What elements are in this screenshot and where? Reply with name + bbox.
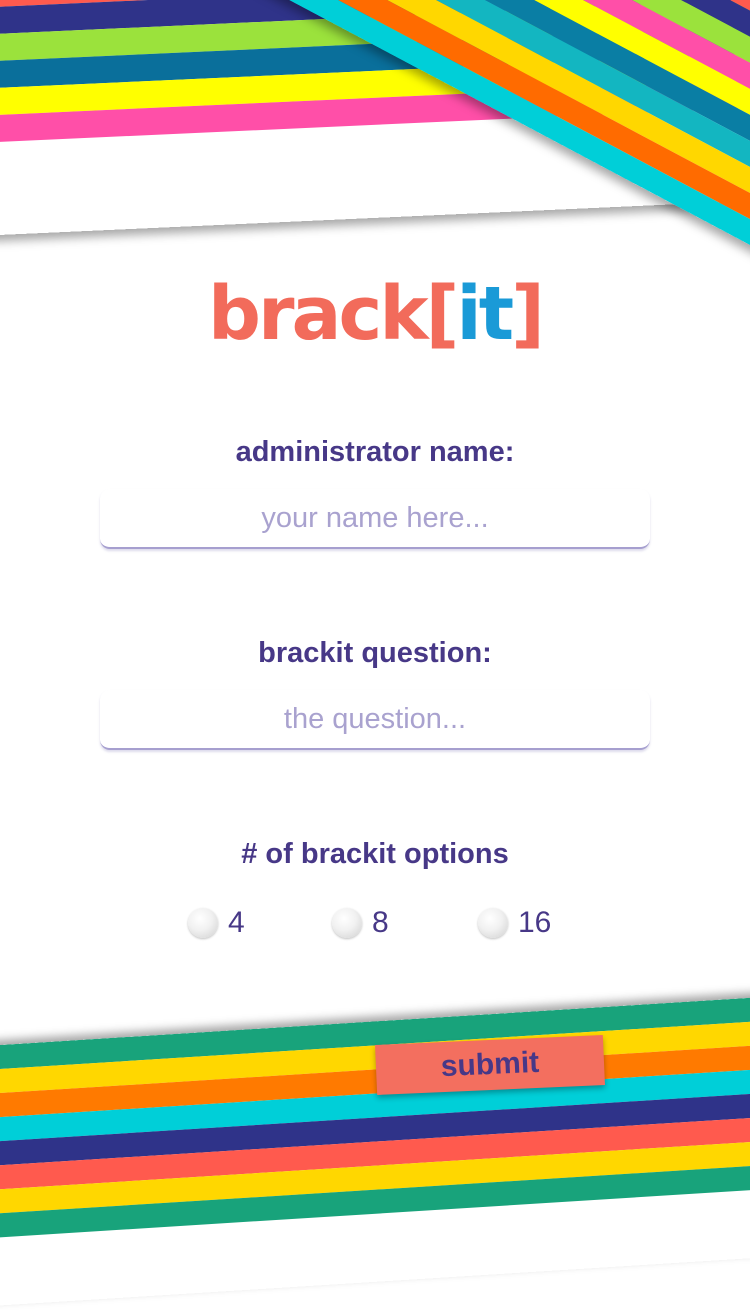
radio-option-8[interactable]: 8 bbox=[332, 900, 389, 946]
logo-highlight: it bbox=[456, 271, 514, 357]
bottom-stripe-band bbox=[0, 990, 750, 1309]
brackit-logo: brack[it] bbox=[0, 272, 750, 356]
radio-option-4[interactable]: 4 bbox=[188, 900, 245, 946]
question-input[interactable] bbox=[100, 690, 650, 750]
submit-button[interactable]: submit bbox=[375, 1035, 605, 1095]
admin-name-input[interactable] bbox=[100, 489, 650, 549]
radio-button[interactable] bbox=[188, 908, 218, 938]
question-label: brackit question: bbox=[258, 637, 492, 669]
logo-open-bracket: [ bbox=[425, 271, 460, 357]
logo-close-bracket: ] bbox=[511, 271, 545, 357]
radio-option-16[interactable]: 16 bbox=[478, 900, 551, 946]
radio-label: 4 bbox=[228, 906, 245, 939]
radio-label: 16 bbox=[518, 906, 552, 939]
logo-word: brack bbox=[208, 271, 428, 357]
options-radio-group: 4 8 16 bbox=[0, 900, 750, 946]
radio-button[interactable] bbox=[478, 908, 508, 938]
radio-button[interactable] bbox=[332, 908, 362, 938]
radio-label: 8 bbox=[372, 906, 389, 939]
options-label: # of brackit options bbox=[241, 838, 509, 870]
admin-name-label: administrator name: bbox=[235, 436, 515, 468]
